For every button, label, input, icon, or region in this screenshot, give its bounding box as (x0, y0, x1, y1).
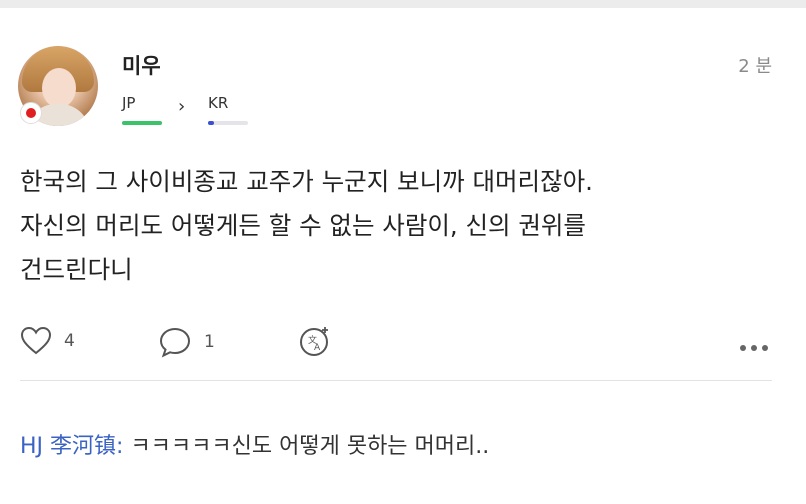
reply-text: ㅋㅋㅋㅋㅋ신도 어떻게 못하는 머머리.. (130, 434, 490, 459)
reply-author[interactable]: HJ 李河镇: (20, 434, 123, 459)
heart-icon (20, 326, 52, 355)
translate-icon: 文 A (300, 327, 328, 356)
reply-comment[interactable]: HJ 李河镇: ㅋㅋㅋㅋㅋ신도 어떻게 못하는 머머리.. (20, 428, 489, 460)
comment-icon (159, 327, 191, 358)
like-button[interactable]: 4 (20, 326, 75, 356)
top-bar (0, 0, 806, 8)
post-time: 2 분 (738, 56, 772, 77)
comment-button[interactable]: 1 (158, 326, 215, 358)
more-button[interactable] (735, 336, 768, 355)
more-icon (735, 336, 768, 355)
post-line: 건드린다니 (20, 255, 133, 284)
native-language: JP (122, 94, 136, 112)
flag-japan-icon (20, 102, 42, 124)
post-actions: 4 1 文 A (0, 322, 806, 362)
avatar-face (42, 68, 76, 108)
translate-button[interactable]: 文 A (298, 324, 332, 358)
native-language-level-bar (122, 121, 162, 125)
username[interactable]: 미우 (122, 50, 161, 80)
svg-text:A: A (314, 343, 321, 353)
arrow-right-icon: › (178, 96, 186, 117)
learning-level-fill (208, 121, 214, 125)
post-line: 한국의 그 사이비종교 교주가 누군지 보니까 대머리잖아. (20, 167, 593, 196)
learning-language: KR (208, 94, 229, 112)
native-level-fill (122, 121, 162, 125)
comment-count: 1 (204, 332, 215, 352)
post-line: 자신의 머리도 어떻게든 할 수 없는 사람이, 신의 권위를 (20, 211, 586, 240)
like-count: 4 (64, 331, 75, 351)
divider (20, 380, 772, 381)
learning-language-level-bar (208, 121, 248, 125)
post-body: 한국의 그 사이비종교 교주가 누군지 보니까 대머리잖아. 자신의 머리도 어… (20, 160, 780, 292)
